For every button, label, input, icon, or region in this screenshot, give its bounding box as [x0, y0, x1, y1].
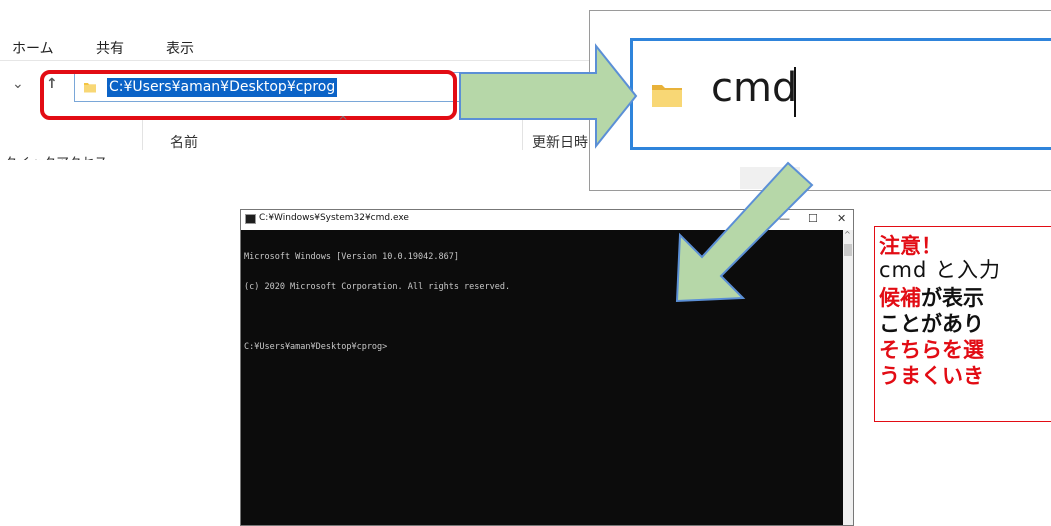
down-left-arrow-icon [675, 161, 814, 303]
annotation-arrows [459, 43, 814, 303]
right-arrow-icon [459, 43, 638, 149]
